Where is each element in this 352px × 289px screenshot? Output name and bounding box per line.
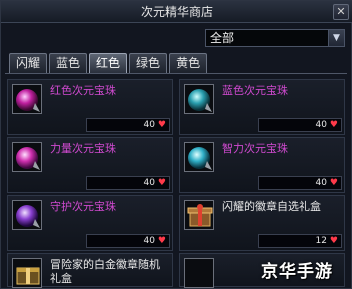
shop-item[interactable]: 闪耀的徽章自选礼盒 12 ♥ bbox=[179, 195, 345, 251]
item-price: 40 bbox=[143, 178, 155, 188]
filter-selected-value: 全部 bbox=[210, 31, 235, 45]
item-name: 力量次元宝珠 bbox=[50, 142, 116, 155]
price-box: 12 ♥ bbox=[258, 234, 342, 248]
shop-item[interactable]: 智力次元宝珠 40 ♥ bbox=[179, 137, 345, 193]
heart-icon: ♥ bbox=[157, 120, 166, 130]
category-tabs: 闪耀 蓝色 红色 绿色 黄色 bbox=[9, 53, 208, 73]
red-orb-icon bbox=[12, 84, 42, 114]
heart-icon: ♥ bbox=[157, 178, 166, 188]
gift-box-icon bbox=[184, 200, 214, 230]
watermark-text: 京华手游 bbox=[261, 262, 333, 282]
cyan-orb-icon bbox=[184, 142, 214, 172]
tab-shining[interactable]: 闪耀 bbox=[9, 53, 48, 73]
window-title: 次元精华商店 bbox=[140, 5, 213, 19]
item-name: 冒险家的白金徽章随机礼盒 bbox=[50, 258, 160, 285]
item-name: 智力次元宝珠 bbox=[222, 142, 288, 155]
blue-orb-icon bbox=[184, 84, 214, 114]
tab-blue[interactable]: 蓝色 bbox=[49, 53, 88, 73]
item-name: 闪耀的徽章自选礼盒 bbox=[222, 200, 321, 213]
item-name: 蓝色次元宝珠 bbox=[222, 84, 288, 97]
tab-green[interactable]: 绿色 bbox=[129, 53, 168, 73]
item-name: 红色次元宝珠 bbox=[50, 84, 116, 97]
heart-icon: ♥ bbox=[329, 120, 338, 130]
empty-icon-slot bbox=[184, 258, 214, 288]
tab-yellow[interactable]: 黄色 bbox=[169, 53, 208, 73]
platinum-box-icon bbox=[12, 258, 42, 288]
shop-item[interactable]: 力量次元宝珠 40 ♥ bbox=[7, 137, 173, 193]
item-price: 40 bbox=[315, 178, 327, 188]
pink-orb-icon bbox=[12, 142, 42, 172]
item-price: 40 bbox=[143, 120, 155, 130]
price-box: 40 ♥ bbox=[258, 118, 342, 132]
item-price: 12 bbox=[315, 236, 327, 246]
heart-icon: ♥ bbox=[157, 236, 166, 246]
heart-icon: ♥ bbox=[329, 236, 338, 246]
item-price: 40 bbox=[315, 120, 327, 130]
tab-divider bbox=[5, 73, 347, 74]
price-box: 40 ♥ bbox=[86, 176, 170, 190]
shop-item[interactable]: 蓝色次元宝珠 40 ♥ bbox=[179, 79, 345, 135]
shop-window: 次元精华商店 ✕ 全部 ▼ 闪耀 蓝色 红色 绿色 黄色 红色次元宝珠 40 ♥ bbox=[0, 0, 352, 289]
shop-item[interactable]: 红色次元宝珠 40 ♥ bbox=[7, 79, 173, 135]
item-price: 40 bbox=[143, 236, 155, 246]
purple-orb-icon bbox=[12, 200, 42, 230]
heart-icon: ♥ bbox=[329, 178, 338, 188]
chevron-down-icon[interactable]: ▼ bbox=[328, 30, 344, 46]
price-box: 40 ♥ bbox=[86, 118, 170, 132]
shop-item[interactable]: 守护次元宝珠 40 ♥ bbox=[7, 195, 173, 251]
price-box: 40 ♥ bbox=[258, 176, 342, 190]
window-titlebar[interactable]: 次元精华商店 ✕ bbox=[1, 1, 352, 23]
price-box: 40 ♥ bbox=[86, 234, 170, 248]
shop-item[interactable]: 冒险家的白金徽章随机礼盒 bbox=[7, 253, 173, 288]
tab-red[interactable]: 红色 bbox=[89, 53, 128, 73]
close-button[interactable]: ✕ bbox=[333, 4, 349, 20]
item-name: 守护次元宝珠 bbox=[50, 200, 116, 213]
filter-dropdown[interactable]: 全部 ▼ bbox=[205, 29, 345, 47]
